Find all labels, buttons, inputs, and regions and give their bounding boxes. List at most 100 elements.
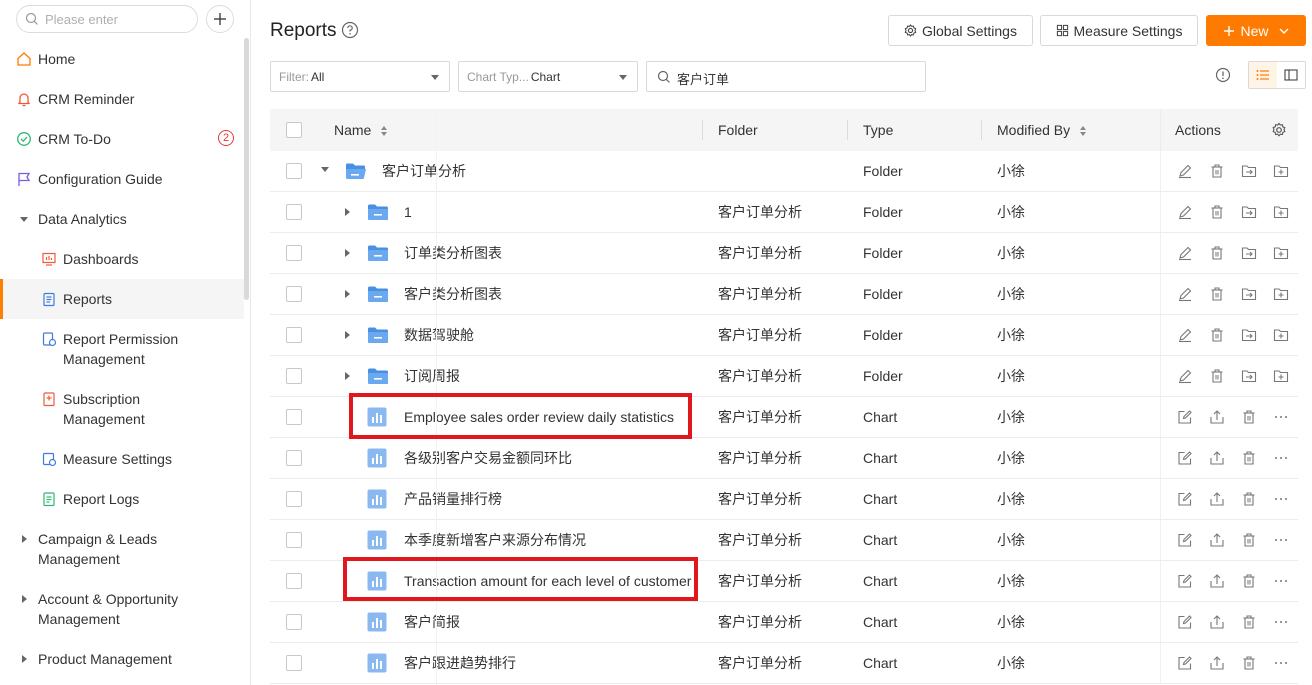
sidebar-search-input[interactable]: [45, 10, 191, 28]
expand-icon[interactable]: [345, 249, 350, 257]
info-icon[interactable]: [1215, 67, 1231, 86]
row-name[interactable]: 各级别客户交易金额同环比: [404, 438, 572, 478]
table-row[interactable]: 产品销量排行榜 客户订单分析 Chart 小徐: [270, 479, 1298, 520]
sidebar-item-crm-reminder[interactable]: CRM Reminder: [0, 89, 244, 109]
new-subfolder-icon[interactable]: [1273, 286, 1289, 302]
more-icon[interactable]: [1273, 573, 1289, 589]
sidebar-scrollbar[interactable]: [244, 38, 249, 300]
new-subfolder-icon[interactable]: [1273, 204, 1289, 220]
table-row[interactable]: 本季度新增客户来源分布情况 客户订单分析 Chart 小徐: [270, 520, 1298, 561]
delete-icon[interactable]: [1241, 614, 1257, 630]
row-name[interactable]: 产品销量排行榜: [404, 479, 502, 519]
edit-icon[interactable]: [1177, 573, 1193, 589]
row-checkbox[interactable]: [286, 450, 302, 466]
table-row[interactable]: 各级别客户交易金额同环比 客户订单分析 Chart 小徐: [270, 438, 1298, 479]
delete-icon[interactable]: [1209, 368, 1225, 384]
more-icon[interactable]: [1273, 491, 1289, 507]
row-checkbox[interactable]: [286, 655, 302, 671]
sidebar-item-subscription[interactable]: Subscription Management: [0, 389, 244, 429]
sidebar-item-data-analytics[interactable]: Data Analytics: [0, 209, 244, 229]
rename-icon[interactable]: [1177, 245, 1193, 261]
expand-icon[interactable]: [345, 290, 350, 298]
sidebar-item-report-logs[interactable]: Report Logs: [0, 489, 244, 509]
column-resizer[interactable]: [847, 120, 848, 140]
rename-icon[interactable]: [1177, 163, 1193, 179]
split-view-button[interactable]: [1277, 62, 1305, 88]
delete-icon[interactable]: [1241, 409, 1257, 425]
share-icon[interactable]: [1209, 491, 1225, 507]
move-folder-icon[interactable]: [1241, 245, 1257, 261]
new-subfolder-icon[interactable]: [1273, 163, 1289, 179]
table-row[interactable]: 客户简报 客户订单分析 Chart 小徐: [270, 602, 1298, 643]
delete-icon[interactable]: [1209, 327, 1225, 343]
edit-icon[interactable]: [1177, 614, 1193, 630]
sidebar-item-reports[interactable]: Reports: [0, 279, 244, 319]
row-checkbox[interactable]: [286, 573, 302, 589]
rename-icon[interactable]: [1177, 327, 1193, 343]
edit-icon[interactable]: [1177, 532, 1193, 548]
more-icon[interactable]: [1273, 614, 1289, 630]
row-checkbox[interactable]: [286, 614, 302, 630]
column-resizer[interactable]: [702, 120, 703, 140]
row-checkbox[interactable]: [286, 286, 302, 302]
delete-icon[interactable]: [1241, 532, 1257, 548]
expand-icon[interactable]: [345, 331, 350, 339]
table-row[interactable]: 订阅周报 客户订单分析 Folder 小徐: [270, 356, 1298, 397]
help-icon[interactable]: [341, 21, 359, 42]
sidebar-item-configuration-guide[interactable]: Configuration Guide: [0, 169, 244, 189]
move-folder-icon[interactable]: [1241, 368, 1257, 384]
row-name[interactable]: 数据驾驶舱: [404, 315, 474, 355]
move-folder-icon[interactable]: [1241, 286, 1257, 302]
chart-type-select[interactable]: Chart Typ... Chart: [458, 61, 638, 92]
more-icon[interactable]: [1273, 655, 1289, 671]
row-name[interactable]: 客户类分析图表: [404, 274, 502, 314]
sidebar-search[interactable]: [16, 5, 198, 33]
row-checkbox[interactable]: [286, 368, 302, 384]
move-folder-icon[interactable]: [1241, 163, 1257, 179]
sort-icon[interactable]: [1080, 126, 1087, 137]
share-icon[interactable]: [1209, 614, 1225, 630]
rename-icon[interactable]: [1177, 286, 1193, 302]
sidebar-item-product-management[interactable]: Product Management: [0, 649, 244, 669]
new-subfolder-icon[interactable]: [1273, 327, 1289, 343]
global-settings-button[interactable]: Global Settings: [888, 15, 1033, 46]
list-view-button[interactable]: [1249, 62, 1277, 88]
table-row[interactable]: 客户类分析图表 客户订单分析 Folder 小徐: [270, 274, 1298, 315]
add-menu-button[interactable]: [206, 5, 234, 33]
row-name[interactable]: 本季度新增客户来源分布情况: [404, 520, 586, 560]
row-name[interactable]: 客户跟进趋势排行: [404, 643, 516, 683]
row-checkbox[interactable]: [286, 532, 302, 548]
row-name[interactable]: 客户订单分析: [382, 151, 466, 191]
sidebar-item-measure-settings[interactable]: Measure Settings: [0, 449, 244, 469]
share-icon[interactable]: [1209, 532, 1225, 548]
sidebar-item-home[interactable]: Home: [0, 49, 244, 69]
delete-icon[interactable]: [1241, 573, 1257, 589]
sort-icon[interactable]: [381, 126, 388, 137]
table-row[interactable]: 订单类分析图表 客户订单分析 Folder 小徐: [270, 233, 1298, 274]
share-icon[interactable]: [1209, 655, 1225, 671]
row-checkbox[interactable]: [286, 327, 302, 343]
more-icon[interactable]: [1273, 409, 1289, 425]
sidebar-item-campaign-leads[interactable]: Campaign & Leads Management: [0, 529, 244, 569]
sidebar-item-report-permission[interactable]: Report Permission Management: [0, 329, 244, 369]
sidebar-item-crm-todo[interactable]: CRM To-Do 2: [0, 129, 244, 149]
table-row[interactable]: 1 客户订单分析 Folder 小徐: [270, 192, 1298, 233]
share-icon[interactable]: [1209, 409, 1225, 425]
column-modified-by[interactable]: Modified By: [997, 109, 1087, 151]
edit-icon[interactable]: [1177, 655, 1193, 671]
more-icon[interactable]: [1273, 450, 1289, 466]
row-name[interactable]: 1: [404, 192, 412, 232]
edit-icon[interactable]: [1177, 491, 1193, 507]
move-folder-icon[interactable]: [1241, 204, 1257, 220]
delete-icon[interactable]: [1209, 163, 1225, 179]
row-name[interactable]: 订阅周报: [404, 356, 460, 396]
expand-icon[interactable]: [345, 208, 350, 216]
delete-icon[interactable]: [1241, 491, 1257, 507]
column-resizer[interactable]: [981, 120, 982, 140]
row-name[interactable]: 客户简报: [404, 602, 460, 642]
row-checkbox[interactable]: [286, 245, 302, 261]
table-row[interactable]: 客户跟进趋势排行 客户订单分析 Chart 小徐: [270, 643, 1298, 684]
sidebar-item-account-opportunity[interactable]: Account & Opportunity Management: [0, 589, 244, 629]
measure-settings-button[interactable]: Measure Settings: [1040, 15, 1198, 46]
select-all-checkbox[interactable]: [286, 122, 302, 138]
